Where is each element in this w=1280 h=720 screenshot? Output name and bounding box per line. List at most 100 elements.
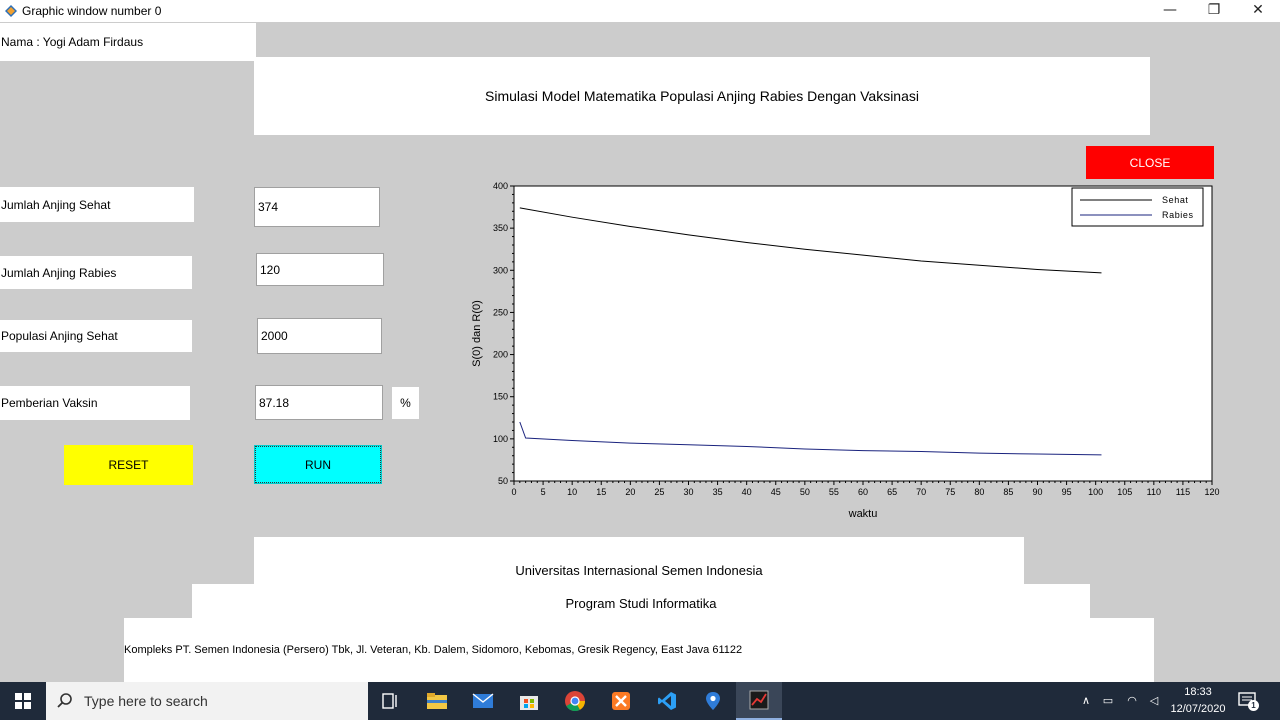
vscode-icon	[658, 692, 676, 710]
author-name: Nama : Yogi Adam Firdaus	[1, 35, 144, 49]
x-tick-label: 0	[511, 487, 516, 497]
legend-box	[1071, 187, 1204, 227]
x-tick-label: 75	[945, 487, 955, 497]
battery-icon[interactable]: ▭	[1100, 694, 1116, 708]
healthy-input[interactable]: 374	[254, 187, 380, 227]
x-tick-label: 15	[596, 487, 606, 497]
scilab-icon	[5, 5, 17, 17]
x-tick-label: 115	[1176, 487, 1190, 497]
restore-button[interactable]: ❐	[1192, 0, 1236, 22]
vaccine-unit: %	[392, 387, 419, 419]
store-button[interactable]	[506, 682, 552, 720]
x-tick-label: 80	[974, 487, 984, 497]
chrome-icon	[565, 691, 586, 712]
reset-button[interactable]: RESET	[64, 445, 193, 485]
close-button[interactable]: CLOSE	[1086, 146, 1214, 179]
x-tick-label: 45	[771, 487, 781, 497]
x-tick-label: 35	[713, 487, 723, 497]
taskbar: Type here to search ∧ ▭ ◠ ◁ 18:33 12/07/…	[0, 682, 1280, 720]
notifications-button[interactable]: 1	[1238, 692, 1259, 711]
x-tick-label: 85	[1003, 487, 1013, 497]
window-title: Graphic window number 0	[22, 4, 162, 18]
minimize-button[interactable]: —	[1148, 0, 1192, 22]
y-tick-label: 300	[493, 265, 508, 275]
y-tick-label: 200	[493, 350, 508, 360]
mail-button[interactable]	[460, 682, 506, 720]
vaccine-label: Pemberian Vaksin	[0, 386, 190, 420]
university-panel: Universitas Internasional Semen Indonesi…	[254, 537, 1024, 587]
x-tick-label: 90	[1032, 487, 1042, 497]
title-panel: Simulasi Model Matematika Populasi Anjin…	[254, 57, 1150, 135]
plot-area	[513, 185, 1213, 482]
population-chart: 50 100 150 200 250 300 350 400 0 5 10 15 20 25 30 35 40 4…	[471, 181, 1220, 520]
y-axis-label: S(0) dan R(0)	[471, 300, 483, 367]
window-close-button[interactable]: ✕	[1236, 0, 1280, 22]
x-tick-label: 65	[887, 487, 897, 497]
volume-icon[interactable]: ◁	[1146, 694, 1162, 708]
wifi-icon[interactable]: ◠	[1124, 694, 1140, 708]
maps-button[interactable]	[690, 682, 736, 720]
x-tick-label: 105	[1117, 487, 1132, 497]
notification-badge: 1	[1248, 700, 1259, 711]
x-tick-label: 60	[858, 487, 868, 497]
address-panel: Kompleks PT. Semen Indonesia (Persero) T…	[124, 618, 1154, 682]
map-pin-icon	[706, 692, 720, 710]
run-button[interactable]: RUN	[254, 445, 382, 484]
address-text: Kompleks PT. Semen Indonesia (Persero) T…	[124, 644, 743, 656]
y-tick-label: 50	[498, 476, 508, 486]
y-tick-label: 150	[493, 392, 508, 402]
store-icon	[520, 696, 538, 710]
x-tick-label: 110	[1147, 487, 1161, 497]
task-view-icon	[382, 693, 397, 709]
scilab-graphic-icon	[749, 690, 769, 710]
x-tick-label: 25	[654, 487, 664, 497]
x-axis-label: waktu	[848, 508, 878, 520]
scilab-button[interactable]	[736, 682, 782, 720]
search-placeholder: Type here to search	[84, 693, 208, 709]
x-tick-label: 55	[829, 487, 839, 497]
university-name: Universitas Internasional Semen Indonesi…	[515, 563, 763, 578]
x-tick-label: 100	[1088, 487, 1103, 497]
mail-icon	[472, 693, 494, 708]
vscode-button[interactable]	[644, 682, 690, 720]
taskbar-search[interactable]: Type here to search	[46, 682, 368, 720]
folder-icon	[427, 693, 447, 709]
x-tick-label: 5	[541, 487, 546, 497]
program-panel: Program Studi Informatika	[192, 584, 1090, 620]
legend-label-rabies: Rabies	[1162, 210, 1194, 220]
start-button[interactable]	[0, 682, 46, 720]
search-icon	[57, 693, 72, 708]
y-tick-label: 100	[493, 434, 508, 444]
healthy-label: Jumlah Anjing Sehat	[0, 187, 194, 222]
page-title: Simulasi Model Matematika Populasi Anjin…	[485, 88, 919, 104]
tray-chevron-icon[interactable]: ∧	[1078, 694, 1094, 708]
population-label: Populasi Anjing Sehat	[0, 320, 192, 352]
xampp-icon	[612, 692, 630, 710]
windows-icon	[15, 693, 31, 709]
clock-time[interactable]: 18:33	[1170, 686, 1226, 698]
population-input[interactable]: 2000	[257, 318, 382, 354]
rabid-input[interactable]: 120	[256, 253, 384, 286]
y-tick-label: 350	[493, 223, 508, 233]
task-view-button[interactable]	[368, 682, 414, 720]
x-tick-label: 120	[1204, 487, 1219, 497]
program-name: Program Studi Informatika	[565, 596, 717, 611]
window-titlebar: Graphic window number 0 — ❐ ✕	[0, 0, 1280, 22]
x-tick-label: 10	[567, 487, 577, 497]
author-panel: Nama : Yogi Adam Firdaus	[0, 23, 256, 61]
x-tick-label: 50	[800, 487, 810, 497]
rabid-label: Jumlah Anjing Rabies	[0, 256, 192, 289]
xampp-button[interactable]	[598, 682, 644, 720]
y-tick-label: 400	[493, 181, 508, 191]
x-tick-label: 70	[916, 487, 926, 497]
x-tick-label: 20	[625, 487, 635, 497]
legend-label-sehat: Sehat	[1162, 195, 1189, 205]
y-tick-label: 250	[493, 307, 508, 317]
clock-date[interactable]: 12/07/2020	[1166, 703, 1230, 715]
x-tick-label: 95	[1062, 487, 1072, 497]
vaccine-input[interactable]: 87.18	[255, 385, 383, 420]
file-explorer-button[interactable]	[414, 682, 460, 720]
x-tick-label: 30	[683, 487, 693, 497]
x-tick-label: 40	[742, 487, 752, 497]
chrome-button[interactable]	[552, 682, 598, 720]
